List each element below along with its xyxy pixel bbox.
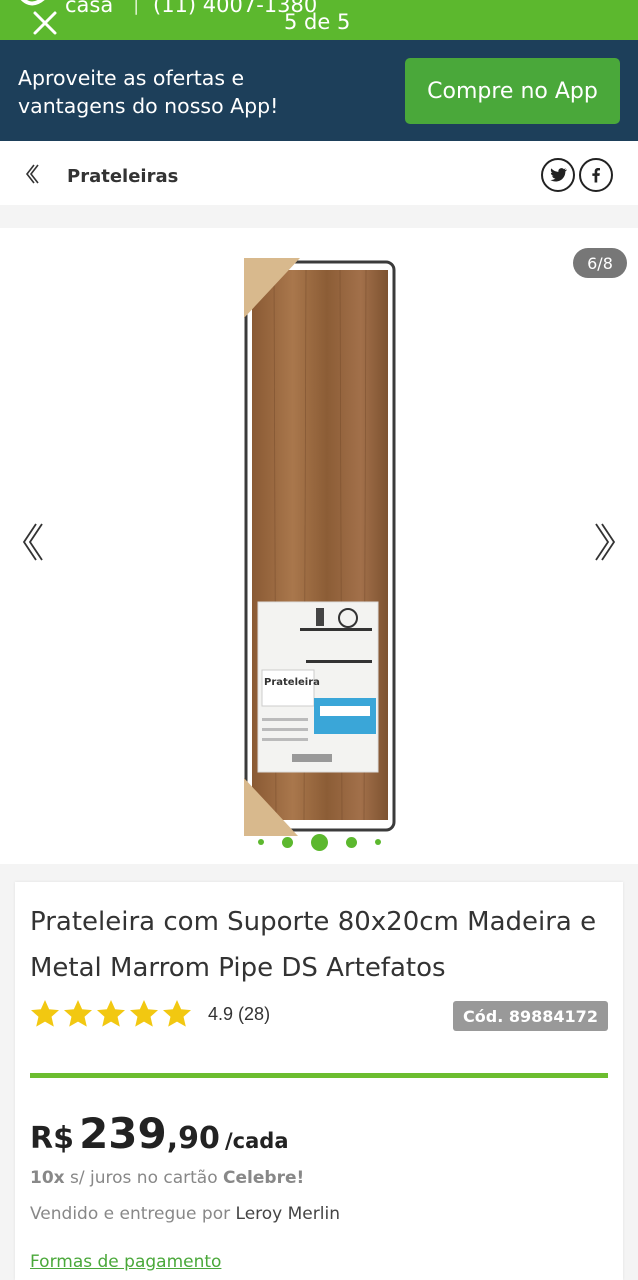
facebook-share-button[interactable] — [579, 158, 613, 192]
rating-stars[interactable] — [29, 998, 193, 1030]
buy-in-app-button[interactable]: Compre no App — [405, 58, 620, 124]
price-unit: /cada — [225, 1129, 289, 1153]
brand-fragment: casa — [65, 0, 114, 17]
chevron-right-icon — [595, 523, 616, 561]
gallery-dot[interactable] — [257, 839, 264, 845]
package-label: Prateleira — [264, 677, 320, 688]
breadcrumb-title[interactable]: Prateleiras — [67, 166, 178, 187]
app-banner: Aproveite as ofertas e vantagens do noss… — [0, 40, 638, 141]
star-icon — [64, 1000, 92, 1027]
gallery-next-button[interactable] — [592, 522, 618, 562]
product-gallery: 6/8 Prateleira — [0, 228, 638, 864]
price-decimal: ,90 — [166, 1121, 220, 1156]
chevron-left-icon — [22, 523, 43, 561]
app-banner-message: Aproveite as ofertas e vantagens do noss… — [18, 66, 279, 118]
product-title: Prateleira com Suporte 80x20cm Madeira e… — [30, 907, 597, 983]
top-bar: casa | (11) 4007-1380 5 de 5 — [0, 0, 638, 40]
back-button[interactable] — [22, 163, 44, 185]
divider — [30, 1073, 608, 1078]
facebook-icon — [592, 168, 600, 183]
gallery-dots — [0, 832, 638, 852]
product-card: Prateleira com Suporte 80x20cm Madeira e… — [15, 882, 623, 1280]
installments-card: Celebre! — [223, 1168, 305, 1188]
chevron-left-icon — [25, 164, 39, 184]
price-currency: R$ — [30, 1121, 74, 1156]
gallery-dot[interactable] — [345, 836, 357, 848]
seller-prefix: Vendido e entregue por — [30, 1204, 231, 1224]
product-code-badge: Cód. 89884172 — [453, 1001, 608, 1031]
rating-value: 4.9 — [208, 1004, 234, 1024]
seller-info: Vendido e entregue por Leroy Merlin — [30, 1204, 340, 1224]
rating-count: (28) — [238, 1004, 271, 1024]
star-icon — [163, 1000, 191, 1027]
payment-methods-link[interactable]: Formas de pagamento — [30, 1252, 221, 1272]
installments-count: 10x — [30, 1168, 65, 1188]
price: R$ 239,90 /cada — [30, 1109, 289, 1158]
close-button[interactable] — [30, 8, 60, 38]
gallery-dot-active[interactable] — [310, 833, 328, 851]
seller-name: Leroy Merlin — [235, 1204, 340, 1224]
gallery-dot[interactable] — [281, 836, 293, 848]
twitter-icon — [550, 168, 567, 182]
installments-info: 10x s/ juros no cartão Celebre! — [30, 1168, 304, 1188]
price-integer: 239 — [79, 1109, 167, 1158]
close-icon — [33, 11, 57, 35]
product-image[interactable]: Prateleira — [244, 258, 400, 836]
installments-text: s/ juros no cartão — [70, 1168, 218, 1188]
breadcrumb: Prateleiras — [0, 141, 638, 205]
image-counter: 5 de 5 — [284, 10, 351, 34]
gallery-pager: 6/8 — [573, 248, 627, 278]
twitter-share-button[interactable] — [541, 158, 575, 192]
star-icon — [97, 1000, 125, 1027]
gallery-prev-button[interactable] — [20, 522, 46, 562]
rating-text[interactable]: 4.9 (28) — [208, 1004, 270, 1025]
divider: | — [133, 0, 140, 15]
star-icon — [31, 1000, 59, 1027]
gallery-dot[interactable] — [374, 839, 381, 845]
star-icon — [130, 1000, 158, 1027]
